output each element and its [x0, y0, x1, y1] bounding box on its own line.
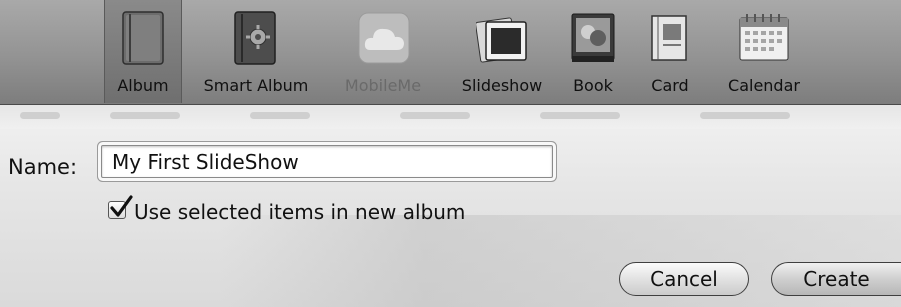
- background-blur-strip: [0, 105, 901, 129]
- toolbar-label: Card: [651, 76, 689, 95]
- toolbar-label: Smart Album: [203, 76, 309, 95]
- toolbar-item-card[interactable]: Card: [630, 0, 710, 103]
- use-selected-items-checkbox[interactable]: [108, 195, 133, 219]
- card-icon: [651, 15, 687, 61]
- smart-album-icon: [234, 11, 276, 65]
- use-selected-items-label: Use selected items in new album: [134, 200, 466, 224]
- toolbar-item-mobileme[interactable]: MobileMe: [330, 0, 436, 103]
- toolbar-label: Calendar: [728, 76, 800, 95]
- toolbar-label: MobileMe: [344, 76, 422, 95]
- calendar-icon: [739, 14, 789, 61]
- toolbar-label: Album: [117, 76, 169, 95]
- toolbar-item-album[interactable]: Album: [104, 0, 182, 103]
- toolbar-label: Book: [573, 76, 613, 95]
- toolbar-item-slideshow[interactable]: Slideshow: [444, 0, 560, 103]
- name-label: Name:: [8, 155, 78, 179]
- name-input[interactable]: [101, 145, 553, 178]
- mobileme-cloud-icon: [358, 12, 410, 64]
- cancel-button[interactable]: Cancel: [619, 262, 749, 296]
- checkmark-icon: [110, 195, 133, 217]
- project-type-toolbar: Album Smart Album MobileMe Slideshow Boo…: [0, 0, 901, 105]
- toolbar-item-book[interactable]: Book: [563, 0, 623, 103]
- toolbar-item-smart-album[interactable]: Smart Album: [186, 0, 326, 103]
- create-button[interactable]: Create: [771, 262, 901, 296]
- new-album-sheet: Name: Use selected items in new album Ca…: [0, 105, 901, 307]
- toolbar-item-calendar[interactable]: Calendar: [716, 0, 812, 103]
- slideshow-icon: [476, 17, 527, 63]
- book-icon: [571, 13, 615, 62]
- album-icon: [122, 11, 164, 65]
- toolbar-label: Slideshow: [461, 76, 543, 95]
